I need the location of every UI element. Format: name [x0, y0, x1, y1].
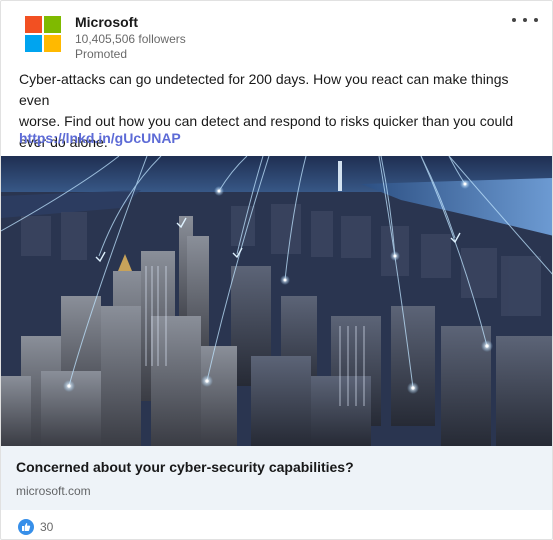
hero-image[interactable] — [1, 156, 552, 446]
logo-square-green — [44, 16, 61, 33]
logo-square-red — [25, 16, 42, 33]
thumbs-up-icon — [18, 519, 34, 535]
company-name[interactable]: Microsoft — [75, 14, 138, 30]
promoted-label: Promoted — [75, 47, 128, 61]
commentary-line: worse. Find out how you can detect and r… — [19, 113, 514, 129]
logo-square-yellow — [44, 35, 61, 52]
sponsored-post: Microsoft 10,405,506 followers Promoted … — [0, 0, 553, 540]
link-card-footer[interactable]: Concerned about your cyber-security capa… — [1, 446, 552, 510]
commentary-line: Cyber-attacks can go undetected for 200 … — [19, 71, 509, 108]
more-options-icon — [512, 18, 516, 22]
more-options-icon — [523, 18, 527, 22]
microsoft-logo[interactable] — [25, 16, 61, 52]
reaction-count[interactable]: 30 — [40, 520, 53, 534]
city-skyline-image — [1, 156, 552, 446]
social-counts[interactable]: 30 — [18, 518, 53, 536]
post-header: Microsoft 10,405,506 followers Promoted — [1, 1, 552, 67]
more-options-button[interactable] — [512, 13, 538, 27]
card-headline[interactable]: Concerned about your cyber-security capa… — [16, 459, 354, 475]
card-domain: microsoft.com — [16, 484, 91, 498]
short-link[interactable]: https://lnkd.in/gUcUNAP — [19, 130, 181, 146]
more-options-icon — [534, 18, 538, 22]
follower-count: 10,405,506 followers — [75, 32, 186, 46]
logo-square-blue — [25, 35, 42, 52]
